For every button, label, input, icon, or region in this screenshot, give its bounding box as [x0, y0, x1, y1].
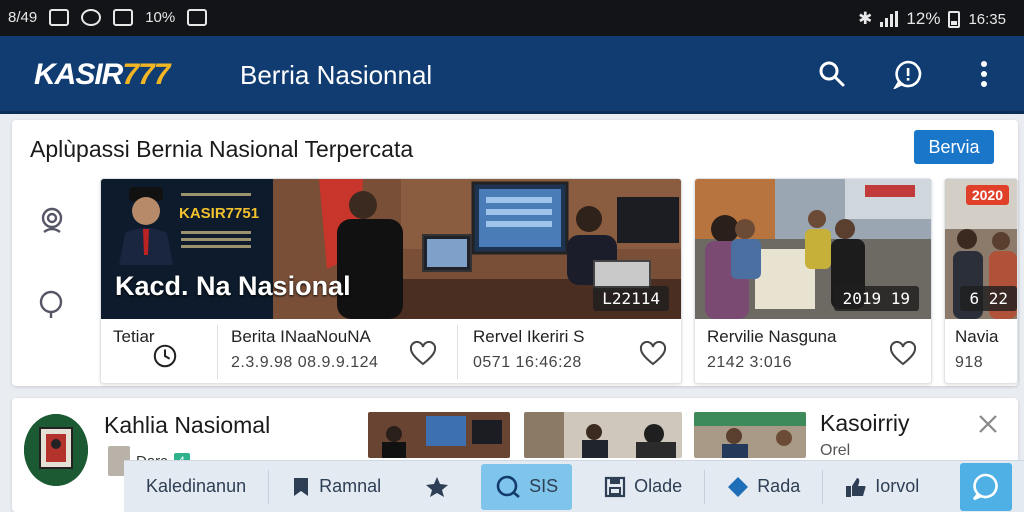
card-badge: L22114: [593, 286, 669, 311]
section-title: Aplùpassi Bernia Nasional Terpercata: [30, 136, 414, 162]
avatar-image: [24, 414, 88, 486]
more-vert-icon: [981, 61, 987, 87]
card-title: Rervilie Nasguna: [707, 327, 837, 346]
news-card-image: 2019 19: [695, 179, 931, 319]
card-badge: 6 22: [960, 286, 1017, 311]
nav-label: Rada: [757, 476, 801, 496]
page-title: Berria Nasionnal: [240, 60, 433, 90]
save-icon: [605, 476, 626, 497]
news-card-main[interactable]: KASIR7751 Kacd. Na Nasional L22114 Tetia…: [100, 178, 682, 384]
more-button[interactable]: [966, 56, 1002, 92]
wifi-icon: ✱: [858, 9, 873, 28]
nav-label: Ramnal: [319, 476, 382, 496]
diamond-icon: [728, 476, 749, 497]
camera-icon: [81, 9, 102, 26]
profile-icon[interactable]: [36, 204, 68, 236]
notification-icon: [187, 9, 208, 26]
nav-item-iorvol[interactable]: Iorvol: [823, 461, 941, 512]
brand-logo[interactable]: KASIR777: [34, 58, 170, 92]
card-title: Rervel Ikeriri S: [473, 327, 585, 346]
clock-icon: [153, 344, 177, 368]
chat-button[interactable]: [890, 56, 926, 92]
news-card[interactable]: 2020 6 22 Navia 918: [944, 178, 1018, 384]
thumbnail-image: [524, 412, 682, 458]
nav-label: Kaledinanun: [146, 476, 247, 496]
card-title: Navia: [955, 327, 999, 346]
card-date: 0571 16:46:28: [473, 354, 582, 371]
battery-percent: 12%: [906, 9, 941, 28]
chat-icon: [496, 475, 520, 498]
card-date: 918: [955, 354, 984, 371]
presenter-photo: [119, 187, 173, 265]
card-title: Tetiar: [113, 327, 155, 346]
featured-section: Aplùpassi Bernia Nasional Terpercata Ber…: [12, 120, 1018, 386]
app-bar: KASIR777 Berria Nasionnal: [0, 36, 1024, 114]
nav-label: Iorvol: [875, 476, 920, 496]
thumb-icon: [846, 477, 866, 497]
brand-main: KASIR: [34, 58, 123, 91]
news-card-image: 2020 6 22: [945, 179, 1017, 319]
nav-item-sis[interactable]: SIS: [481, 463, 573, 510]
side-title: Kasoirriy: [820, 410, 910, 436]
brand-number: 777: [122, 58, 170, 91]
nav-item-olade[interactable]: Olade: [582, 461, 704, 512]
promo-overlay-text: Kacd. Na Nasional: [115, 271, 351, 301]
status-bar: 8/49 10% ✱ 12% 16:35: [0, 0, 1024, 36]
thumbnail[interactable]: [368, 412, 510, 458]
card-meta: Rervilie Nasguna 2142 3:016: [707, 327, 836, 372]
side-subtitle: Orel: [820, 442, 851, 459]
heart-icon[interactable]: [409, 341, 437, 367]
card-meta-2: Berita INaaNouNA 2.3.9.98 08.9.9.124: [231, 327, 378, 372]
chat-fab[interactable]: [960, 463, 1012, 511]
card-date: 2.3.9.98 08.9.9.124: [231, 354, 379, 371]
card-meta-1: Tetiar: [113, 327, 155, 347]
nav-item-star[interactable]: [403, 461, 471, 512]
bookmark-icon: [294, 477, 309, 496]
chat-icon: [893, 60, 922, 89]
heart-icon[interactable]: [889, 341, 917, 367]
thumbnail[interactable]: [524, 412, 682, 458]
nav-item-kaledinanun[interactable]: Kaledinanun: [124, 461, 268, 512]
star-icon: [426, 476, 449, 497]
status-time-left: 8/49: [8, 9, 38, 26]
news-card[interactable]: 2019 19 Rervilie Nasguna 2142 3:016: [694, 178, 932, 384]
section-button[interactable]: Bervia: [914, 130, 994, 164]
card-badge: 2019 19: [833, 286, 919, 311]
card-title: Berita INaaNouNA: [231, 327, 371, 346]
status-percent-left: 10%: [145, 9, 176, 26]
nav-item-rada[interactable]: Rada: [705, 461, 822, 512]
thumbnail[interactable]: [694, 412, 806, 458]
card-meta-3: Rervel Ikeriri S 0571 16:46:28: [473, 327, 584, 372]
bottom-navigation: Kaledinanun Ramnal SIS Olade Rada Iorvol: [124, 460, 1024, 512]
chat-bubble-icon: [972, 473, 998, 501]
search-button[interactable]: [814, 56, 850, 92]
search-icon[interactable]: [36, 288, 68, 320]
news-card-image: KASIR7751 Kacd. Na Nasional L22114: [101, 179, 681, 319]
card-date: 2142 3:016: [707, 354, 793, 371]
avatar[interactable]: [24, 414, 88, 486]
nav-label: Olade: [634, 476, 683, 496]
thumbnail-image: [694, 412, 806, 458]
card-meta: Navia 918: [955, 327, 998, 372]
signal-icon: [880, 11, 899, 27]
thumbnail-image: [368, 412, 510, 458]
photo-icon: [49, 9, 70, 26]
gallery-icon: [113, 9, 134, 26]
card-badge-red: 2020: [965, 185, 1009, 205]
close-icon[interactable]: [976, 412, 1000, 436]
heart-icon[interactable]: [639, 341, 667, 367]
status-clock: 16:35: [968, 10, 1006, 28]
section-title: Kahlia Nasiomal: [104, 412, 271, 438]
battery-icon: [948, 10, 961, 28]
nav-item-ramnal[interactable]: Ramnal: [269, 461, 403, 512]
nav-label: SIS: [529, 476, 559, 496]
promo-brand: KASIR7751: [179, 205, 260, 222]
search-icon: [819, 61, 845, 87]
